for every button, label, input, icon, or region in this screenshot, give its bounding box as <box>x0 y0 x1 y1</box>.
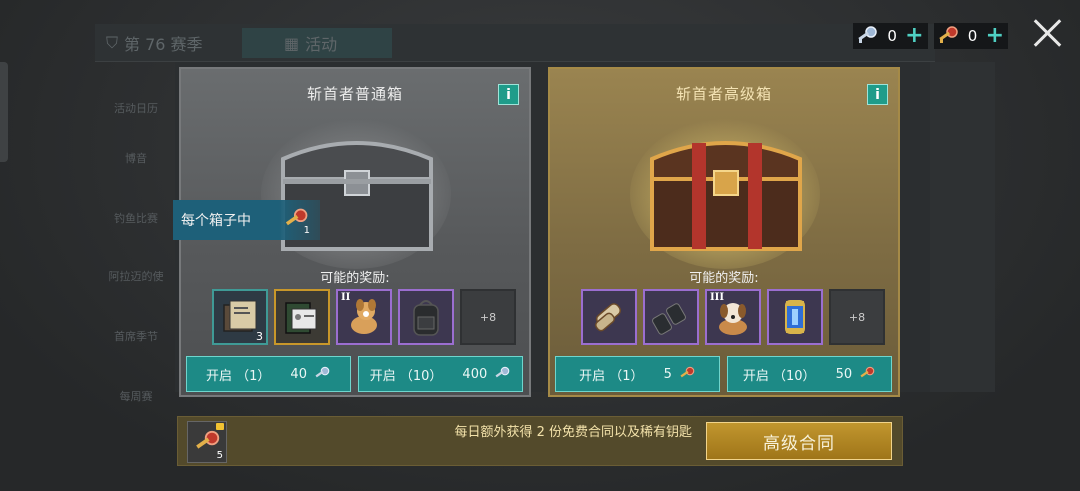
silver-key-icon <box>495 366 510 378</box>
normal-chest-info-button[interactable]: i <box>498 84 519 105</box>
energy-can-icon <box>785 300 805 334</box>
silver-key-icon <box>858 26 877 43</box>
sidebar-item: 首席季节 <box>114 330 158 343</box>
sidebar-item: 钓鱼比赛 <box>114 212 158 225</box>
premium-rewards-list: III +8 <box>581 289 885 345</box>
reward-slot[interactable]: II <box>336 289 392 345</box>
open-10-premium-button[interactable]: 开启 （10） 50 <box>727 356 892 392</box>
shield-icon: ⛉ <box>106 33 119 52</box>
backpack-icon <box>413 300 439 336</box>
silver-key-icon <box>315 366 330 378</box>
normal-key-counter: 0 + <box>853 23 928 49</box>
cost-value: 5 <box>663 366 672 382</box>
lock-icon <box>216 423 224 430</box>
season-tab: ⛉ 第 76 赛季 <box>106 33 203 54</box>
reward-slot[interactable]: III <box>705 289 761 345</box>
reward-qty: 3 <box>256 330 263 343</box>
dog-icon <box>719 303 747 335</box>
per-chest-tooltip: 每个箱子中 1 <box>173 200 320 240</box>
activity-tab: ▦ 活动 <box>242 28 392 58</box>
binoculars-icon <box>652 303 686 335</box>
reward-slot[interactable] <box>767 289 823 345</box>
red-key-icon <box>860 366 875 378</box>
normal-chest-icon <box>261 119 451 269</box>
premium-key-slot[interactable]: 5 <box>187 421 227 463</box>
reward-slot[interactable] <box>643 289 699 345</box>
more-rewards[interactable]: +8 <box>460 289 516 345</box>
premium-chest-title: 斩首者高级箱 <box>675 85 772 103</box>
sidebar-item: 每周赛 <box>119 390 153 403</box>
red-key-icon <box>680 366 695 378</box>
open-1-premium-button[interactable]: 开启 （1） 5 <box>555 356 720 392</box>
normal-rewards-label: 可能的奖励: <box>320 271 390 286</box>
reward-slot[interactable]: 3 <box>212 289 268 345</box>
background-right-panel <box>930 62 995 392</box>
puppy-icon <box>351 299 377 334</box>
sidebar-item: 博音 <box>125 152 147 165</box>
open-1-normal-button[interactable]: 开启 （1） 40 <box>186 356 351 392</box>
premium-key-counter: 0 + <box>933 23 1008 49</box>
premium-contract-banner: 5 每日额外获得 2 份免费合同以及稀有钥匙 高级合同 <box>177 416 903 466</box>
tooltip-key-qty: 1 <box>303 225 310 236</box>
premium-contract-button[interactable]: 高级合同 <box>706 422 892 460</box>
premium-chest-info-button[interactable]: i <box>867 84 888 105</box>
sidebar-item: 阿拉迈的使 <box>108 270 164 283</box>
reward-slot[interactable] <box>581 289 637 345</box>
normal-chest-title: 斩首者普通箱 <box>306 85 403 103</box>
premium-key-count: 0 <box>967 27 978 45</box>
cost-value: 50 <box>835 366 853 382</box>
reward-slot[interactable] <box>274 289 330 345</box>
add-normal-key-button[interactable]: + <box>905 25 923 47</box>
close-button[interactable] <box>1032 18 1062 48</box>
calendar-icon: ▦ <box>284 33 300 53</box>
add-premium-key-button[interactable]: + <box>986 25 1004 47</box>
more-rewards[interactable]: +8 <box>829 289 885 345</box>
tooltip-text: 每个箱子中 <box>181 213 251 229</box>
red-key-icon <box>938 26 958 43</box>
premium-rewards-label: 可能的奖励: <box>689 271 759 286</box>
id-card-icon <box>285 302 317 334</box>
sidebar-item: 活动日历 <box>114 102 158 115</box>
premium-chest-card: 斩首者高级箱 i 可能的奖励: III +8 开启 （1） 5 开启 （10） … <box>548 67 900 397</box>
background-header <box>95 24 935 62</box>
premium-chest-icon <box>630 119 820 269</box>
normal-key-count: 0 <box>887 27 897 45</box>
cost-value: 400 <box>462 366 488 382</box>
open-10-normal-button[interactable]: 开启 （10） 400 <box>358 356 523 392</box>
currency-bar: 0 + 0 + <box>853 23 1008 49</box>
normal-rewards-list: 3 II +8 <box>212 289 516 345</box>
reward-slot[interactable] <box>398 289 454 345</box>
scroll-icon <box>595 303 622 332</box>
cost-value: 40 <box>290 366 307 382</box>
banner-message: 每日额外获得 2 份免费合同以及稀有钥匙 <box>454 425 692 440</box>
banner-key-qty: 5 <box>216 450 223 461</box>
left-edge-handle <box>0 62 8 162</box>
